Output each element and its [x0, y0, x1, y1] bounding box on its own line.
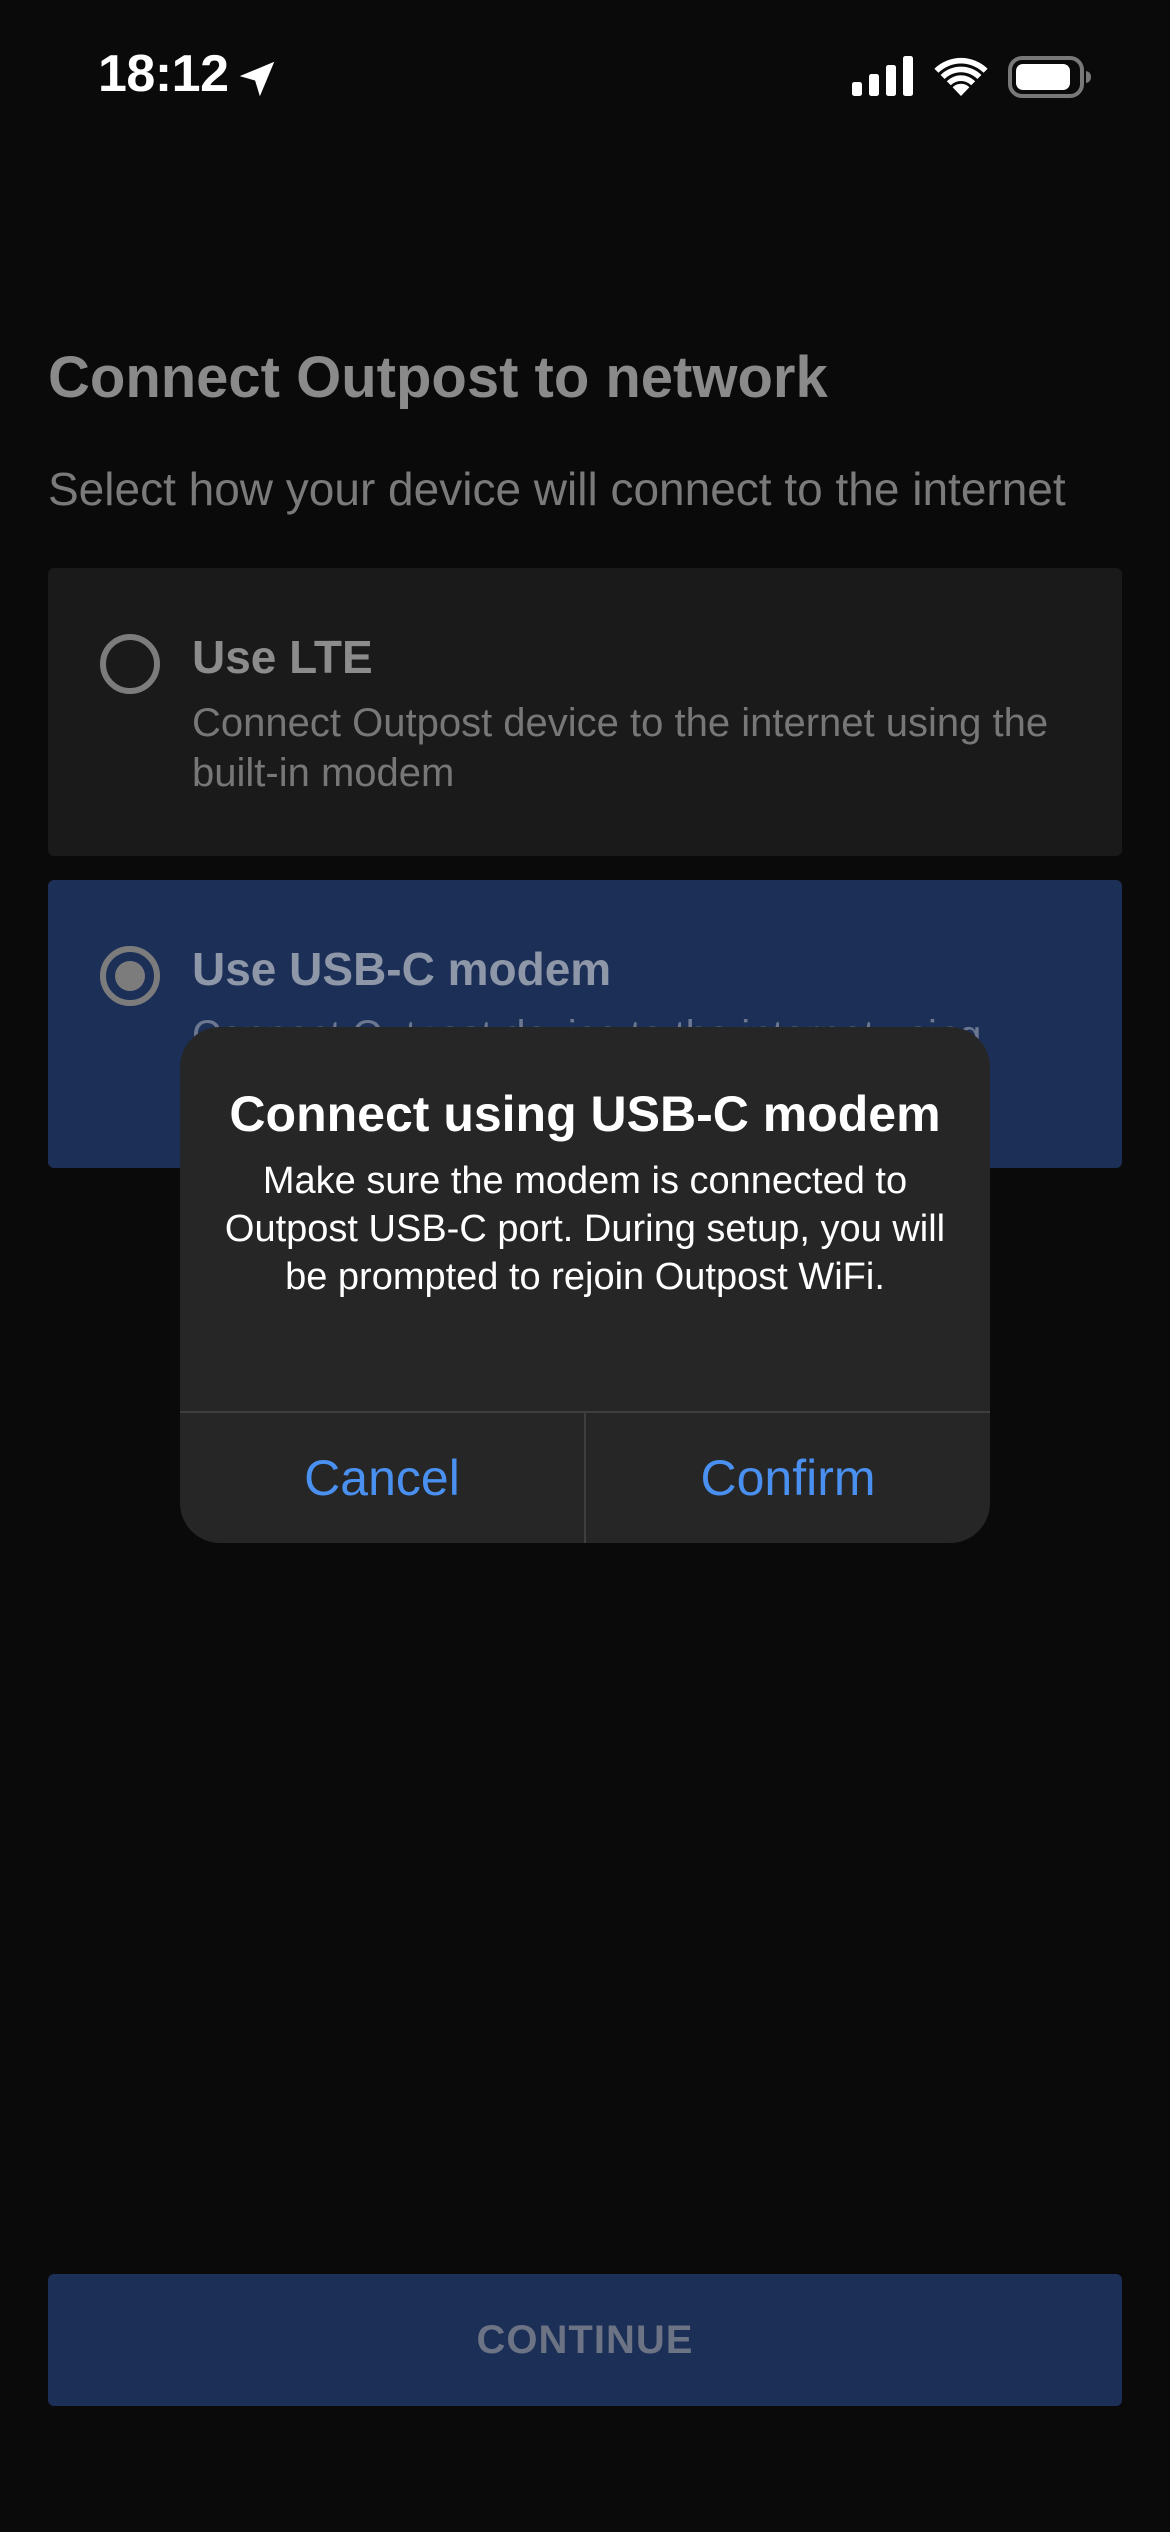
option-title: Use USB-C modem: [192, 943, 612, 995]
alert-title: Connect using USB-C modem: [229, 1086, 941, 1142]
confirm-button[interactable]: Confirm: [586, 1413, 990, 1543]
cancel-button[interactable]: Cancel: [180, 1413, 584, 1543]
cellular-signal-icon: [852, 56, 913, 96]
wifi-icon: [934, 57, 988, 96]
alert-message: Make sure the modem is connected to Outp…: [224, 1160, 946, 1298]
page-subtitle: Select how your device will connect to t…: [48, 463, 1066, 515]
location-arrow-icon: [239, 61, 275, 97]
alert-dialog: Connect using USB-C modem Make sure the …: [180, 1027, 990, 1543]
status-bar: 18:12: [0, 0, 1170, 150]
continue-button-label: CONTINUE: [476, 2317, 694, 2362]
battery-icon: [1008, 56, 1091, 98]
screen: 18:12 Connect Outpost to network Select …: [0, 0, 1170, 2532]
radio-unselected-icon[interactable]: [100, 634, 160, 694]
option-use-lte[interactable]: Use LTE Connect Outpost device to the in…: [48, 568, 1122, 856]
option-title: Use LTE: [192, 631, 373, 683]
page-title: Connect Outpost to network: [48, 345, 828, 410]
radio-selected-icon[interactable]: [100, 946, 160, 1006]
continue-button[interactable]: CONTINUE: [48, 2274, 1122, 2406]
status-time: 18:12: [98, 45, 229, 103]
option-description: Connect Outpost device to the internet u…: [192, 701, 1049, 795]
